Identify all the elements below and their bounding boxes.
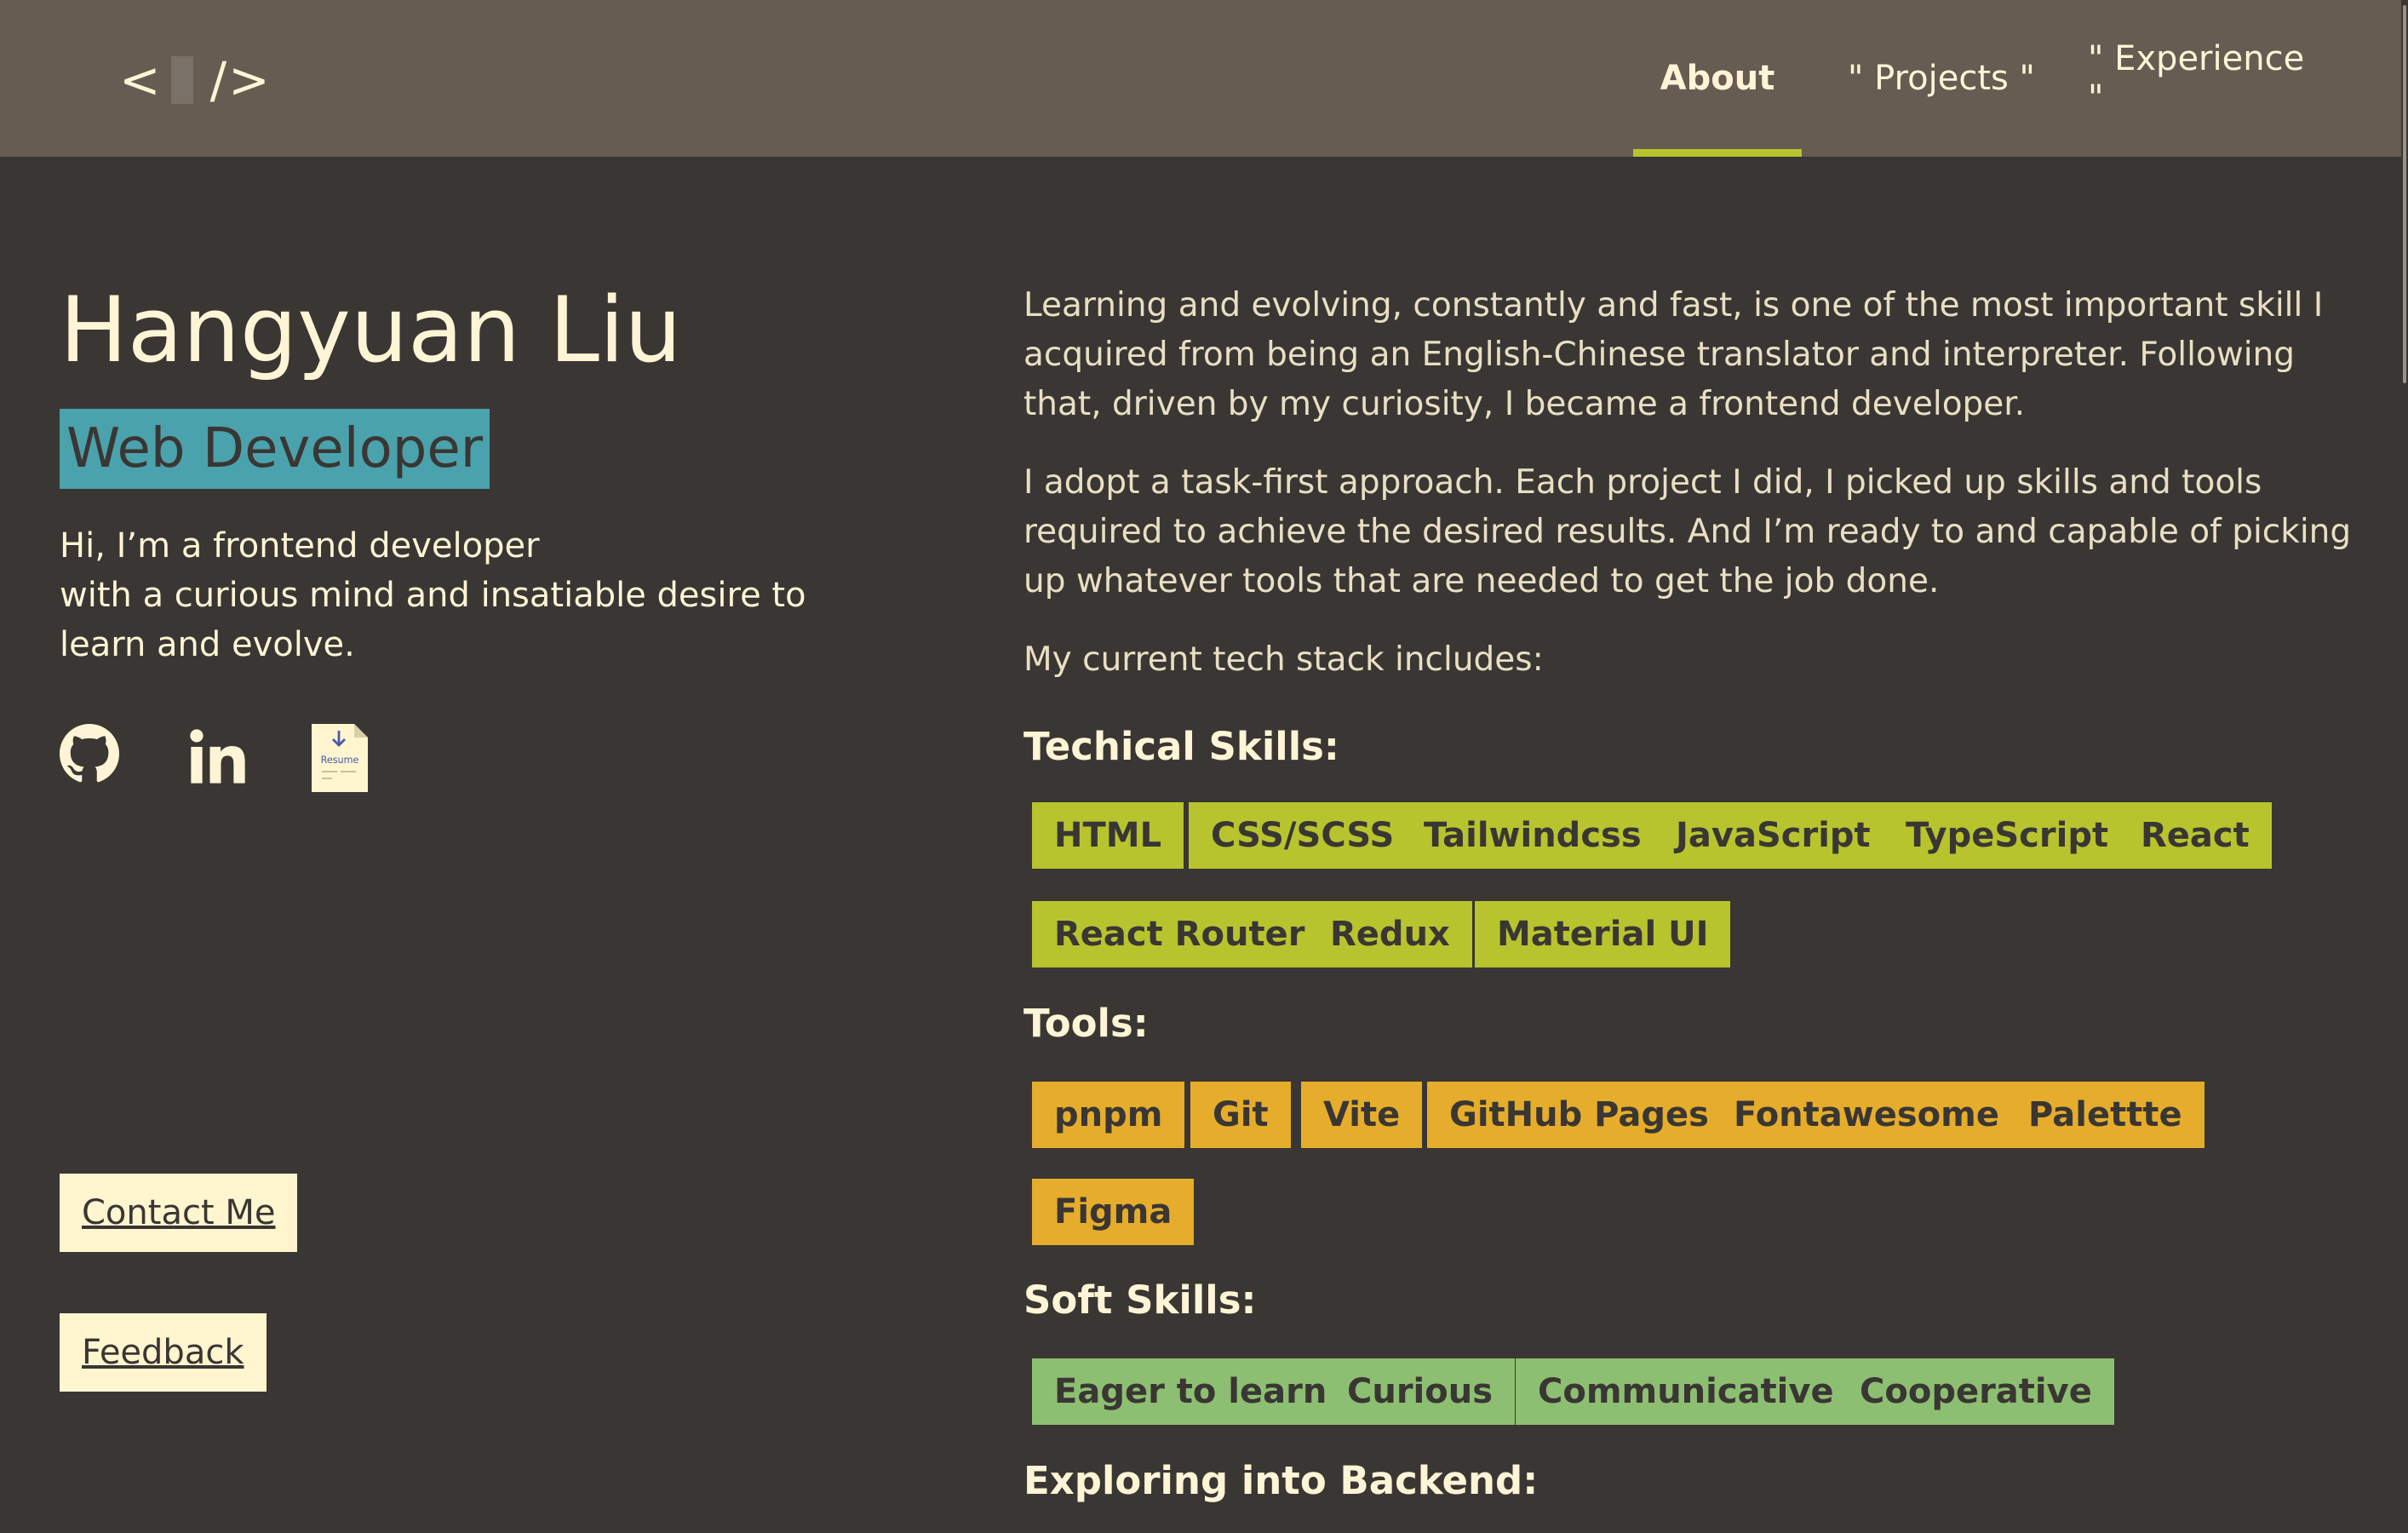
github-icon[interactable] xyxy=(60,724,119,787)
linkedin-icon[interactable] xyxy=(186,724,250,792)
intro-line-1: Hi, I’m a frontend developer xyxy=(60,526,540,566)
soft-skill-chip: Eager to learn xyxy=(1032,1358,1350,1425)
intro-line-2: with a curious mind and insatiable desir… xyxy=(60,576,806,664)
about-paragraph-2: I adopt a task-first approach. Each proj… xyxy=(1023,463,2352,600)
nav-projects[interactable]: " Projects " xyxy=(1848,0,2035,157)
tool-chip: Vite xyxy=(1301,1082,1423,1148)
nav-about[interactable]: About xyxy=(1633,0,1802,157)
about-section: Learning and evolving, constantly and fa… xyxy=(1023,281,2352,714)
soft-skills-heading: Soft Skills: xyxy=(1023,1278,1257,1323)
nav-about-label: About xyxy=(1660,59,1775,98)
profile-name: Hangyuan Liu xyxy=(60,278,682,382)
top-navbar: < /> About " Projects " " Experience " xyxy=(0,0,2408,157)
skill-chip: Redux xyxy=(1308,901,1472,967)
logo-close-bracket: /> xyxy=(209,51,272,109)
soft-skill-chip: Communicative xyxy=(1516,1358,1856,1425)
about-paragraph-3: My current tech stack includes: xyxy=(1023,640,1544,679)
skill-chip: CSS/SCSS xyxy=(1189,802,1417,869)
active-tab-underline xyxy=(1633,149,1802,157)
nav-experience-label: " Experience " xyxy=(2088,39,2305,118)
skill-chip: JavaScript xyxy=(1654,802,1893,869)
logo-open-bracket: < xyxy=(119,51,163,109)
resume-icon-text: Resume xyxy=(321,755,359,766)
contact-me-button[interactable]: Contact Me xyxy=(60,1174,298,1252)
tool-chip: Figma xyxy=(1032,1179,1195,1245)
soft-skill-chip: Curious xyxy=(1325,1358,1516,1425)
tool-chip: Git xyxy=(1190,1082,1291,1148)
tool-chip: Palettte xyxy=(2006,1082,2204,1148)
tool-chip: Fontawesome xyxy=(1711,1082,2021,1148)
skill-chip: TypeScript xyxy=(1883,802,2131,869)
technical-skills-heading: Techical Skills: xyxy=(1023,724,1339,769)
backend-heading: Exploring into Backend: xyxy=(1023,1458,1539,1503)
nav-experience[interactable]: " Experience " xyxy=(2088,0,2319,157)
page-scrollbar[interactable] xyxy=(2401,0,2408,1533)
about-paragraph-1: Learning and evolving, constantly and fa… xyxy=(1023,286,2324,423)
skill-chip: Material UI xyxy=(1475,901,1731,967)
nav-projects-label: " Projects " xyxy=(1848,59,2035,98)
soft-skill-chip: Cooperative xyxy=(1838,1358,2114,1425)
tools-heading: Tools: xyxy=(1023,1001,1149,1046)
logo-cursor xyxy=(170,56,193,104)
feedback-button[interactable]: Feedback xyxy=(60,1313,267,1392)
site-logo[interactable]: < /> xyxy=(119,46,272,114)
skill-chip: React xyxy=(2118,802,2272,869)
skill-chip: HTML xyxy=(1032,802,1184,869)
tool-chip: pnpm xyxy=(1032,1082,1185,1148)
profile-intro: Hi, I’m a frontend developer with a curi… xyxy=(60,521,894,669)
scrollbar-thumb[interactable] xyxy=(2403,5,2406,383)
profile-role: Web Developer xyxy=(60,409,490,489)
resume-icon[interactable]: Resume xyxy=(312,724,368,795)
skill-chip: React Router xyxy=(1032,901,1327,967)
tool-chip: GitHub Pages xyxy=(1427,1082,1731,1148)
skill-chip: Tailwindcss xyxy=(1402,802,1664,869)
